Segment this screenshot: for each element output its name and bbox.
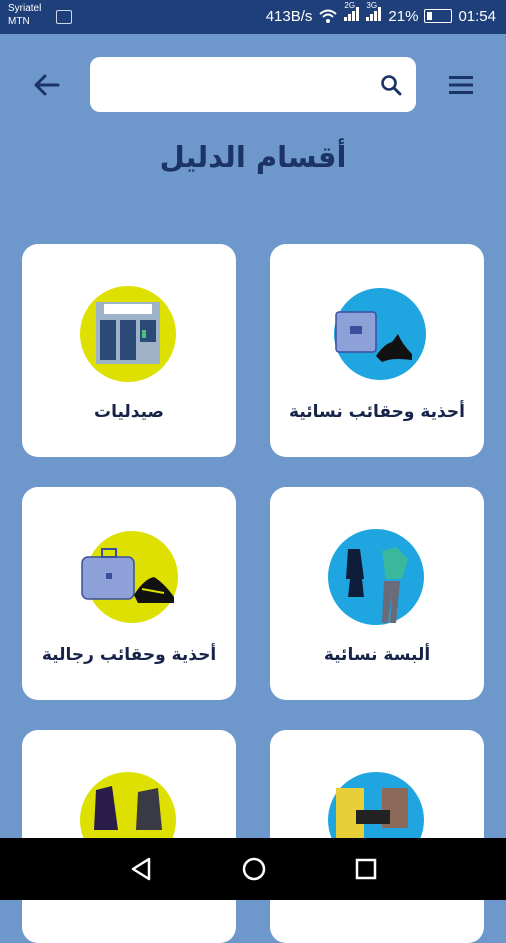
category-card-womens-shoes-bags[interactable]: أحذية وحقائب نسائية [270, 244, 484, 457]
back-button[interactable] [30, 68, 64, 102]
system-navigation-bar [0, 838, 506, 900]
search-input[interactable] [90, 57, 416, 112]
battery-percent: 21% [388, 7, 419, 25]
pharmacy-icon [80, 286, 176, 382]
back-triangle-icon[interactable] [127, 854, 157, 884]
arrow-left-icon [34, 74, 60, 96]
network-speed: 413B/s [265, 7, 313, 25]
network-type-2: 3G [366, 1, 378, 10]
clock: 01:54 [458, 7, 496, 25]
category-card-womens-clothing[interactable]: ألبسة نسائية [270, 487, 484, 700]
sim-icon [56, 10, 72, 24]
category-label: أحذية وحقائب رجالية [41, 645, 217, 665]
status-bar: Syriatel MTN 413B/s 2G 3G 21% 01:54 [0, 0, 506, 34]
status-indicators: 413B/s 2G 3G 21% 01:54 [265, 1, 496, 25]
battery-icon [424, 9, 453, 23]
category-label: صيدليات [94, 402, 164, 422]
womens-clothing-icon [328, 529, 424, 625]
signal-2: 3G [366, 1, 382, 25]
recents-square-icon[interactable] [351, 854, 381, 884]
page-title: أقسام الدليل [159, 140, 347, 174]
network-type-1: 2G [344, 1, 356, 10]
carrier-2: MTN [8, 16, 30, 27]
womens-shoes-bags-icon [334, 288, 426, 380]
mens-shoes-bags-icon [81, 531, 178, 623]
wifi-icon [319, 9, 338, 23]
hamburger-icon [449, 76, 473, 94]
category-label: أحذية وحقائب نسائية [289, 402, 465, 422]
signal-1: 2G [344, 1, 360, 25]
menu-button[interactable] [446, 70, 476, 100]
carrier-1: Syriatel [8, 3, 42, 14]
category-card-pharmacy[interactable]: صيدليات [22, 244, 236, 457]
category-card-clothing[interactable] [22, 730, 236, 943]
carrier-names: Syriatel MTN [8, 2, 41, 28]
category-card-food-drinks[interactable] [270, 730, 484, 943]
category-card-mens-shoes-bags[interactable]: أحذية وحقائب رجالية [22, 487, 236, 700]
search-icon[interactable] [380, 74, 402, 96]
home-circle-icon[interactable] [239, 854, 269, 884]
category-label: ألبسة نسائية [323, 645, 431, 665]
